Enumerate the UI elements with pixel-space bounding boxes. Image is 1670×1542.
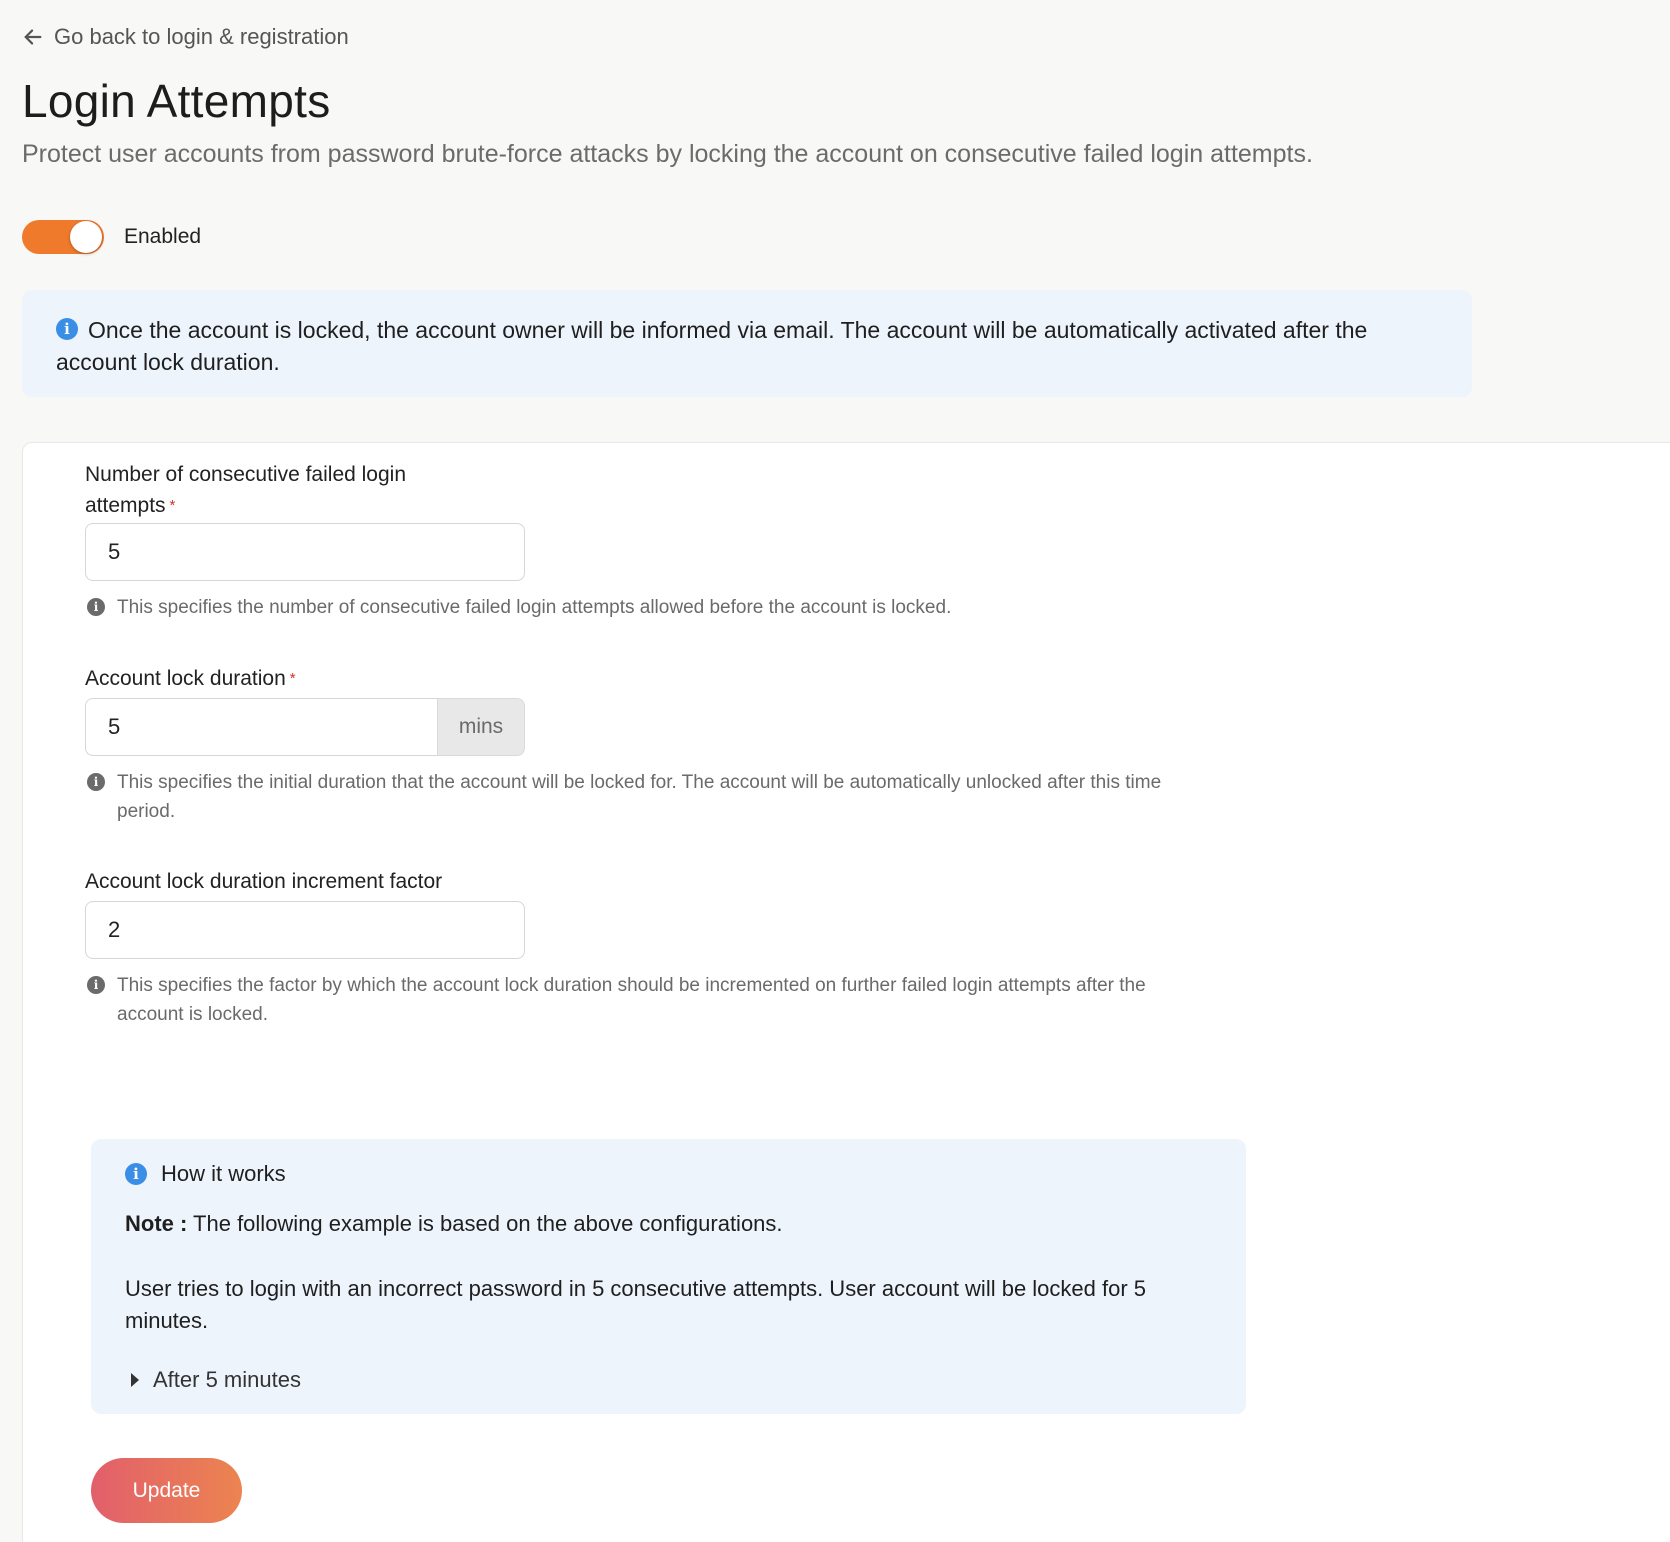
attempts-input[interactable] (85, 523, 525, 581)
how-it-works-panel: i How it works Note : The following exam… (91, 1139, 1246, 1414)
arrow-left-icon (24, 29, 42, 45)
increment-factor-hint: i This specifies the factor by which the… (87, 971, 1207, 1029)
required-mark: * (289, 670, 296, 687)
back-link[interactable]: Go back to login & registration (22, 24, 349, 50)
info-icon: i (125, 1163, 147, 1185)
info-icon: i (87, 976, 105, 994)
note-label: Note : (125, 1211, 188, 1236)
info-banner-text: Once the account is locked, the account … (56, 317, 1368, 375)
lock-duration-input-group: mins (85, 698, 525, 756)
back-link-label: Go back to login & registration (54, 24, 349, 49)
info-icon: i (87, 598, 105, 616)
how-it-works-title-text: How it works (161, 1161, 286, 1186)
enable-toggle-row: Enabled (22, 220, 201, 254)
update-button[interactable]: Update (91, 1458, 242, 1523)
attempts-label-text: Number of consecutive failed login attem… (85, 463, 407, 517)
how-it-works-title: i How it works (125, 1161, 286, 1187)
lock-duration-label-text: Account lock duration (85, 667, 286, 690)
info-banner: i Once the account is locked, the account… (22, 290, 1472, 397)
lock-duration-label: Account lock duration * (85, 663, 296, 694)
lock-duration-unit: mins (437, 698, 525, 756)
after-5-minutes-label: After 5 minutes (153, 1367, 301, 1392)
info-icon: i (87, 773, 105, 791)
toggle-label: Enabled (124, 225, 202, 248)
attempts-hint-text: This specifies the number of consecutive… (117, 597, 952, 618)
note-text: The following example is based on the ab… (187, 1211, 783, 1236)
lock-duration-hint: i This specifies the initial duration th… (87, 768, 1207, 826)
info-icon: i (56, 317, 78, 340)
increment-factor-input[interactable] (85, 901, 525, 959)
page: Go back to login & registration Login At… (0, 0, 1670, 1542)
how-it-works-description: User tries to login with an incorrect pa… (125, 1276, 1147, 1333)
page-title: Login Attempts (22, 75, 331, 127)
required-mark: * (169, 497, 176, 514)
enable-toggle[interactable] (22, 220, 104, 254)
increment-factor-hint-text: This specifies the factor by which the a… (117, 975, 1146, 1025)
attempts-label: Number of consecutive failed login attem… (85, 459, 445, 521)
how-it-works-note: Note : The following example is based on… (125, 1211, 783, 1237)
lock-duration-input[interactable] (85, 698, 437, 756)
lock-duration-hint-text: This specifies the initial duration that… (117, 772, 1162, 822)
after-5-minutes-toggle[interactable]: After 5 minutes (131, 1367, 301, 1393)
page-subtitle: Protect user accounts from password brut… (22, 140, 1313, 168)
toggle-knob (70, 221, 102, 253)
settings-card: Number of consecutive failed login attem… (22, 442, 1670, 1542)
increment-factor-label: Account lock duration increment factor (85, 870, 443, 893)
caret-right-icon (131, 1373, 139, 1387)
attempts-hint: i This specifies the number of consecuti… (87, 593, 1187, 622)
